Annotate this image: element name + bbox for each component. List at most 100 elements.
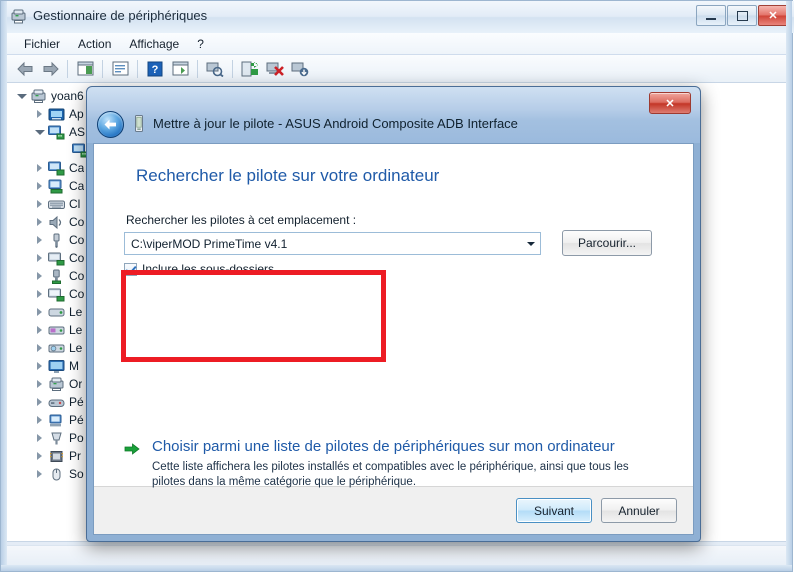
- forward-arrow-icon[interactable]: [38, 57, 62, 81]
- dialog-footer: Suivant Annuler: [94, 486, 693, 534]
- computer-icon: [30, 89, 47, 104]
- tree-item-label: Pr: [69, 449, 81, 463]
- floppy-drive-icon: [48, 323, 65, 338]
- toolbar-separator: [197, 59, 198, 78]
- tree-item-label: Le: [69, 305, 83, 319]
- browse-button[interactable]: Parcourir...: [562, 230, 652, 256]
- tree-expander-icon[interactable]: [35, 253, 46, 264]
- menu-item-help[interactable]: ?: [188, 34, 213, 54]
- help-icon[interactable]: ?: [143, 57, 167, 81]
- tree-expander-icon[interactable]: [35, 397, 46, 408]
- dialog-close-button[interactable]: ✕: [649, 92, 691, 114]
- toolbar: ?: [7, 55, 788, 83]
- next-button[interactable]: Suivant: [516, 498, 592, 523]
- tree-item-label: Pé: [69, 395, 84, 409]
- status-bar: [7, 545, 788, 565]
- tree-expander-icon[interactable]: [35, 163, 46, 174]
- include-subfolders-checkbox[interactable]: [124, 262, 137, 276]
- tree-item-label: Co: [69, 215, 85, 229]
- dialog-content: Rechercher le pilote sur votre ordinateu…: [94, 144, 693, 488]
- dialog-body: Rechercher le pilote sur votre ordinateu…: [93, 143, 694, 535]
- location-input[interactable]: C:\viperMOD PrimeTime v4.1: [125, 237, 522, 251]
- tree-expander-icon[interactable]: [35, 451, 46, 462]
- dvd-drive-icon: [48, 341, 65, 356]
- usb-host-controller-icon: [48, 269, 65, 284]
- system-device-icon: [48, 413, 65, 428]
- update-driver-dialog: ✕ Mettre à jour le pilote - ASUS Android…: [86, 86, 701, 542]
- menu-item-affichage[interactable]: Affichage: [120, 34, 188, 54]
- tree-expander-icon[interactable]: [35, 181, 46, 192]
- tree-expander-icon[interactable]: [35, 235, 46, 246]
- tree-expander-icon[interactable]: [35, 343, 46, 354]
- computer-icon: [48, 377, 65, 392]
- tree-item-label: Co: [69, 287, 85, 301]
- display-adapter-icon: [48, 179, 65, 194]
- properties-icon[interactable]: [108, 57, 132, 81]
- cancel-button[interactable]: Annuler: [601, 498, 677, 523]
- choose-from-list-description: Cette liste affichera les pilotes instal…: [152, 461, 629, 488]
- uninstall-device-icon[interactable]: [263, 57, 287, 81]
- tree-expander-icon[interactable]: [35, 289, 46, 300]
- tree-item-label: So: [69, 467, 84, 481]
- back-button[interactable]: [97, 111, 124, 138]
- tree-item-label: Le: [69, 341, 83, 355]
- highlight-annotation: [121, 270, 386, 362]
- back-arrow-icon[interactable]: [13, 57, 37, 81]
- menu-bar: Fichier Action Affichage ?: [7, 33, 788, 55]
- menu-item-action[interactable]: Action: [69, 34, 120, 54]
- tree-expander-icon[interactable]: [35, 271, 46, 282]
- usb-controller-icon: [48, 233, 65, 248]
- tree-expander-icon[interactable]: [35, 379, 46, 390]
- show-hide-console-tree-icon[interactable]: [73, 57, 97, 81]
- ide-controller-icon: [48, 251, 65, 266]
- tree-expander-icon[interactable]: [35, 217, 46, 228]
- choose-from-list-title[interactable]: Choisir parmi une liste de pilotes de pé…: [152, 438, 615, 455]
- tree-expander-icon[interactable]: [35, 415, 46, 426]
- tree-expander-icon[interactable]: [17, 91, 28, 102]
- tree-expander-icon[interactable]: [35, 433, 46, 444]
- tree-expander-icon[interactable]: [35, 199, 46, 210]
- show-hide-action-pane-icon[interactable]: [168, 57, 192, 81]
- mouse-icon: [48, 467, 65, 482]
- keyboard-icon: [48, 197, 65, 212]
- tree-item-label: Co: [69, 233, 85, 247]
- device-icon: [131, 114, 147, 133]
- tree-expander-icon[interactable]: [35, 469, 46, 480]
- menu-item-fichier[interactable]: Fichier: [15, 34, 69, 54]
- disable-device-icon[interactable]: [288, 57, 312, 81]
- network-adapter-icon: [48, 161, 65, 176]
- page-title: Rechercher le pilote sur votre ordinateu…: [136, 166, 440, 185]
- scan-hardware-changes-icon[interactable]: [203, 57, 227, 81]
- include-subfolders-row[interactable]: Inclure les sous-dossiers: [124, 262, 274, 276]
- update-driver-icon[interactable]: [238, 57, 262, 81]
- tree-item-label: Ap: [69, 107, 84, 121]
- close-button[interactable]: ✕: [758, 5, 788, 26]
- svg-text:?: ?: [152, 64, 159, 76]
- tree-item-label: Ca: [69, 179, 85, 193]
- tree-expander-icon[interactable]: [35, 307, 46, 318]
- toolbar-separator: [67, 59, 68, 78]
- tree-expander-icon[interactable]: [35, 325, 46, 336]
- tree-expander-icon[interactable]: [35, 109, 46, 120]
- tree-item-label: Co: [69, 251, 85, 265]
- tree-expander-icon[interactable]: [35, 127, 46, 138]
- green-arrow-icon: [124, 442, 140, 456]
- chevron-down-icon[interactable]: [522, 233, 540, 254]
- location-combobox[interactable]: C:\viperMOD PrimeTime v4.1: [124, 232, 541, 255]
- location-label: Rechercher les pilotes à cet emplacement…: [126, 213, 357, 227]
- tree-item-label: AS: [69, 125, 86, 139]
- processor-icon: [48, 449, 65, 464]
- minimize-button[interactable]: [696, 5, 726, 26]
- storage-controller-icon: [48, 287, 65, 302]
- window-frame-bottom: [1, 565, 792, 571]
- tree-expander-icon[interactable]: [35, 361, 46, 372]
- tree-item-label: yoan6: [51, 89, 84, 103]
- disk-drive-icon: [48, 305, 65, 320]
- tree-expander-placeholder: [59, 145, 70, 156]
- port-icon: [48, 431, 65, 446]
- maximize-button[interactable]: [727, 5, 757, 26]
- adb-device-icon: [48, 125, 65, 140]
- tree-item-label: Pé: [69, 413, 84, 427]
- main-window-title: Gestionnaire de périphériques: [33, 8, 208, 23]
- toolbar-separator: [102, 59, 103, 78]
